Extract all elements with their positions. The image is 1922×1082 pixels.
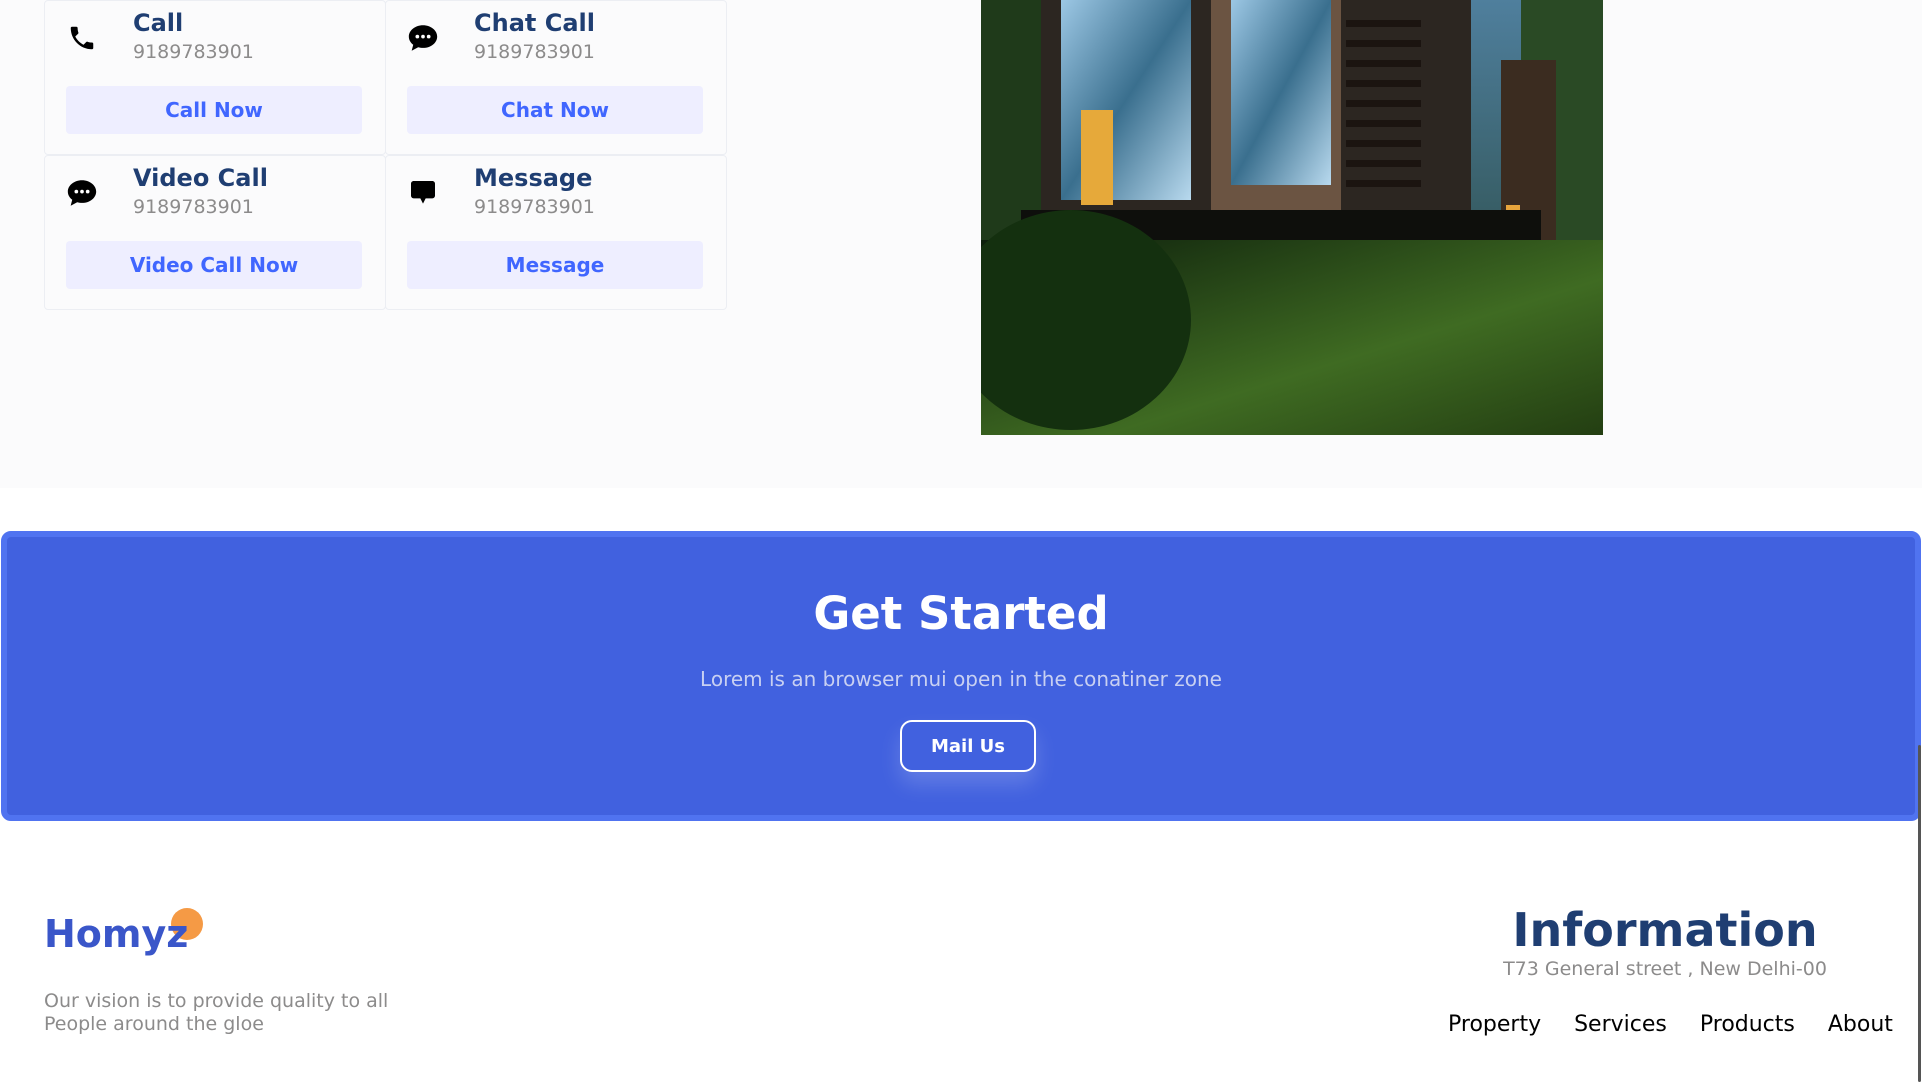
chat-now-button[interactable]: Chat Now (407, 86, 703, 134)
page: Call 9189783901 Call Now Chat Call 91897… (0, 0, 1922, 1082)
contact-card-number: 9189783901 (474, 196, 595, 218)
footer-link-services[interactable]: Services (1574, 1012, 1667, 1037)
contact-card-title: Chat Call (474, 9, 595, 37)
contact-card-number: 9189783901 (133, 196, 254, 218)
contact-card-title: Video Call (133, 164, 268, 192)
address: T73 General street , New Delhi-00 (1503, 958, 1827, 980)
vision-line-2: People around the gloe (44, 1013, 264, 1035)
contact-card-number: 9189783901 (474, 41, 595, 63)
contact-card-title: Message (474, 164, 593, 192)
vision-line-1: Our vision is to provide quality to all (44, 990, 389, 1012)
footer-link-about[interactable]: About (1828, 1012, 1893, 1037)
get-started-banner: Get Started Lorem is an browser mui open… (1, 531, 1921, 821)
contact-card-number: 9189783901 (133, 41, 254, 63)
contact-card-chat: Chat Call 9189783901 Chat Now (385, 0, 727, 155)
scrollbar[interactable] (1918, 745, 1921, 1082)
contact-card-call: Call 9189783901 Call Now (44, 0, 386, 155)
vision-text: Our vision is to provide quality to all … (44, 990, 444, 1036)
information-heading: Information (1512, 903, 1818, 957)
house-image (981, 0, 1603, 435)
phone-icon (65, 21, 99, 55)
get-started-subtitle: Lorem is an browser mui open in the cona… (700, 667, 1222, 691)
video-call-now-button[interactable]: Video Call Now (66, 241, 362, 289)
contact-card-video-call: Video Call 9189783901 Video Call Now (44, 155, 386, 310)
footer-nav: Property Services Products About (1448, 1012, 1893, 1037)
message-icon (406, 176, 440, 210)
contact-section: Call 9189783901 Call Now Chat Call 91897… (0, 0, 1922, 488)
get-started-heading: Get Started (813, 587, 1109, 640)
message-button[interactable]: Message (407, 241, 703, 289)
video-chat-icon (65, 176, 99, 210)
contact-card-title: Call (133, 9, 184, 37)
logo[interactable]: Homyz (44, 912, 188, 956)
footer-link-products[interactable]: Products (1700, 1012, 1795, 1037)
call-now-button[interactable]: Call Now (66, 86, 362, 134)
mail-us-button[interactable]: Mail Us (900, 720, 1036, 772)
contact-card-message: Message 9189783901 Message (385, 155, 727, 310)
chat-bubble-icon (406, 21, 440, 55)
footer-link-property[interactable]: Property (1448, 1012, 1541, 1037)
